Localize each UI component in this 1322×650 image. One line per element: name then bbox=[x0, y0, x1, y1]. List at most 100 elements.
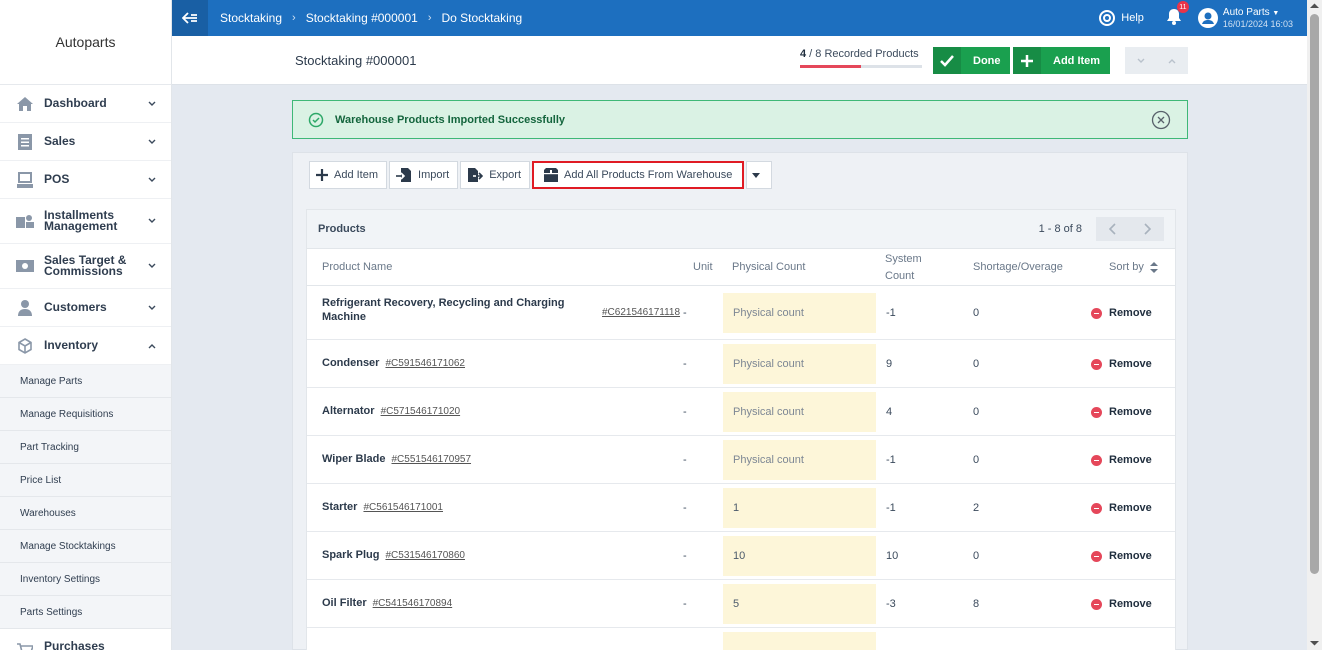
add-item-button[interactable]: Add Item bbox=[1013, 47, 1110, 74]
minus-circle-icon bbox=[1091, 406, 1102, 418]
sidebar-item-customers[interactable]: Customers bbox=[0, 289, 171, 327]
lifebuoy-icon bbox=[1099, 10, 1116, 26]
system-count: 9 bbox=[886, 358, 893, 370]
col-shortage-overage: Shortage/Overage bbox=[973, 261, 1063, 273]
page-scrollbar[interactable] bbox=[1307, 0, 1322, 650]
stocktaking-panel: Add Item Import Export Add All Products … bbox=[292, 152, 1188, 650]
system-count: -1 bbox=[886, 502, 896, 514]
prev-page-button[interactable] bbox=[1096, 217, 1130, 241]
remove-button[interactable]: Remove bbox=[1091, 406, 1152, 418]
minus-circle-icon bbox=[1091, 598, 1102, 610]
physical-count-input[interactable]: 1 bbox=[723, 488, 876, 528]
sidebar-item-sales-target[interactable]: Sales Target & Commissions bbox=[0, 244, 171, 289]
chevron-up-icon bbox=[148, 343, 156, 348]
remove-button[interactable]: Remove bbox=[1091, 550, 1152, 562]
product-name: Refrigerant Recovery, Recycling and Char… bbox=[322, 297, 565, 323]
physical-count-input[interactable]: 5 bbox=[723, 584, 876, 624]
sidebar-subitem-manage-stocktakings[interactable]: Manage Stocktakings bbox=[0, 530, 171, 563]
product-code-link[interactable]: #C531546170860 bbox=[385, 550, 465, 561]
next-page-button[interactable] bbox=[1130, 217, 1164, 241]
alert-message: Warehouse Products Imported Successfully bbox=[335, 113, 566, 126]
close-icon[interactable] bbox=[1151, 110, 1171, 130]
breadcrumb-stocktaking[interactable]: Stocktaking bbox=[220, 11, 282, 25]
product-code-link[interactable]: #C571546171020 bbox=[381, 406, 461, 417]
scroll-down-icon[interactable] bbox=[1307, 638, 1322, 648]
sidebar-subitem-parts-settings[interactable]: Parts Settings bbox=[0, 596, 171, 629]
scrollbar-thumb[interactable] bbox=[1310, 14, 1319, 574]
import-button[interactable]: Import bbox=[389, 161, 459, 189]
product-code-link[interactable]: #C621546171118 bbox=[602, 307, 680, 318]
check-icon bbox=[940, 54, 954, 67]
back-button[interactable] bbox=[172, 0, 208, 36]
physical-count-input[interactable] bbox=[723, 632, 876, 650]
remove-button[interactable]: Remove bbox=[1091, 358, 1152, 370]
progress-label: / 8 Recorded Products bbox=[806, 48, 919, 60]
table-row: Starter #C561546171001 - 1 -1 2 Remove bbox=[307, 484, 1175, 532]
sort-by-control[interactable]: Sort by bbox=[1109, 261, 1158, 273]
chevron-right-icon: › bbox=[427, 12, 432, 24]
product-code-link[interactable]: #C591546171062 bbox=[385, 358, 465, 369]
user-menu[interactable]: Auto Parts ▼ 16/01/2024 16:03 bbox=[1197, 6, 1293, 30]
physical-count-input[interactable]: Physical count bbox=[723, 392, 876, 432]
remove-button[interactable]: Remove bbox=[1091, 454, 1152, 466]
chevron-down-icon bbox=[148, 263, 156, 268]
notification-badge: 11 bbox=[1176, 1, 1189, 13]
sidebar-item-pos[interactable]: POS bbox=[0, 161, 171, 199]
sidebar-item-inventory[interactable]: Inventory bbox=[0, 327, 171, 365]
product-code-link[interactable]: #C551546170957 bbox=[391, 454, 471, 465]
prev-record-button[interactable] bbox=[1157, 47, 1189, 74]
shortage-overage: 0 bbox=[973, 307, 980, 319]
toolbar-add-item-button[interactable]: Add Item bbox=[309, 161, 388, 189]
product-code-link[interactable]: #C541546170894 bbox=[373, 598, 453, 609]
remove-button[interactable]: Remove bbox=[1091, 502, 1152, 514]
breadcrumb-stocktaking-item[interactable]: Stocktaking #000001 bbox=[306, 11, 418, 25]
unit-value: - bbox=[683, 502, 687, 514]
sidebar-item-purchases[interactable]: Purchases bbox=[0, 629, 171, 650]
minus-circle-icon bbox=[1091, 358, 1102, 370]
table-row: Spark Plug #C531546170860 - 10 10 0 Remove bbox=[307, 532, 1175, 580]
sort-icon bbox=[1149, 261, 1158, 273]
remove-button[interactable]: Remove bbox=[1091, 598, 1152, 610]
next-record-button[interactable] bbox=[1125, 47, 1157, 74]
products-card: Products 1 - 8 of 8 Product Name Unit Ph… bbox=[306, 209, 1176, 650]
installments-icon bbox=[16, 212, 34, 230]
product-code-link[interactable]: #C561546171001 bbox=[363, 502, 443, 513]
product-name: Oil Filter bbox=[322, 597, 367, 609]
sidebar-subitem-price-list[interactable]: Price List bbox=[0, 464, 171, 497]
sidebar-subitem-manage-parts[interactable]: Manage Parts bbox=[0, 365, 171, 398]
package-icon bbox=[544, 168, 559, 182]
physical-count-input[interactable]: Physical count bbox=[723, 344, 876, 384]
sidebar-subitem-inventory-settings[interactable]: Inventory Settings bbox=[0, 563, 171, 596]
help-button[interactable]: Help bbox=[1099, 10, 1144, 26]
user-name: Auto Parts bbox=[1222, 6, 1270, 18]
physical-count-input[interactable]: 10 bbox=[723, 536, 876, 576]
add-all-products-button[interactable]: Add All Products From Warehouse bbox=[532, 161, 745, 189]
caret-down-icon: ▼ bbox=[1272, 9, 1280, 17]
breadcrumb-current: Do Stocktaking bbox=[441, 11, 523, 25]
sidebar-subitem-part-tracking[interactable]: Part Tracking bbox=[0, 431, 171, 464]
toolbar: Add Item Import Export Add All Products … bbox=[309, 161, 774, 189]
done-button[interactable]: Done bbox=[933, 47, 1010, 74]
scroll-up-icon[interactable] bbox=[1307, 1, 1322, 11]
col-unit: Unit bbox=[693, 261, 713, 273]
export-button[interactable]: Export bbox=[460, 161, 531, 189]
sidebar-item-installments[interactable]: Installments Management bbox=[0, 199, 171, 244]
plus-icon bbox=[1021, 54, 1033, 67]
remove-button[interactable]: Remove bbox=[1091, 307, 1152, 319]
physical-count-input[interactable]: Physical count bbox=[723, 293, 876, 333]
physical-count-input[interactable]: Physical count bbox=[723, 440, 876, 480]
unit-value: - bbox=[683, 550, 687, 562]
product-name: Starter bbox=[322, 501, 358, 513]
table-row: Wiper Blade #C551546170957 - Physical coun… bbox=[307, 436, 1175, 484]
breadcrumb: Stocktaking › Stocktaking #000001 › Do S… bbox=[220, 11, 522, 25]
sidebar-subitem-warehouses[interactable]: Warehouses bbox=[0, 497, 171, 530]
export-icon bbox=[468, 168, 484, 182]
sidebar-item-dashboard[interactable]: Dashboard bbox=[0, 85, 171, 123]
more-actions-dropdown[interactable] bbox=[746, 161, 773, 189]
shortage-overage: 0 bbox=[973, 454, 980, 466]
sidebar-subitem-manage-requisitions[interactable]: Manage Requisitions bbox=[0, 398, 171, 431]
notifications-button[interactable]: 11 bbox=[1166, 1, 1189, 28]
product-name: Alternator bbox=[322, 405, 375, 417]
shortage-overage: 2 bbox=[973, 502, 980, 514]
sidebar-item-sales[interactable]: Sales bbox=[0, 123, 171, 161]
